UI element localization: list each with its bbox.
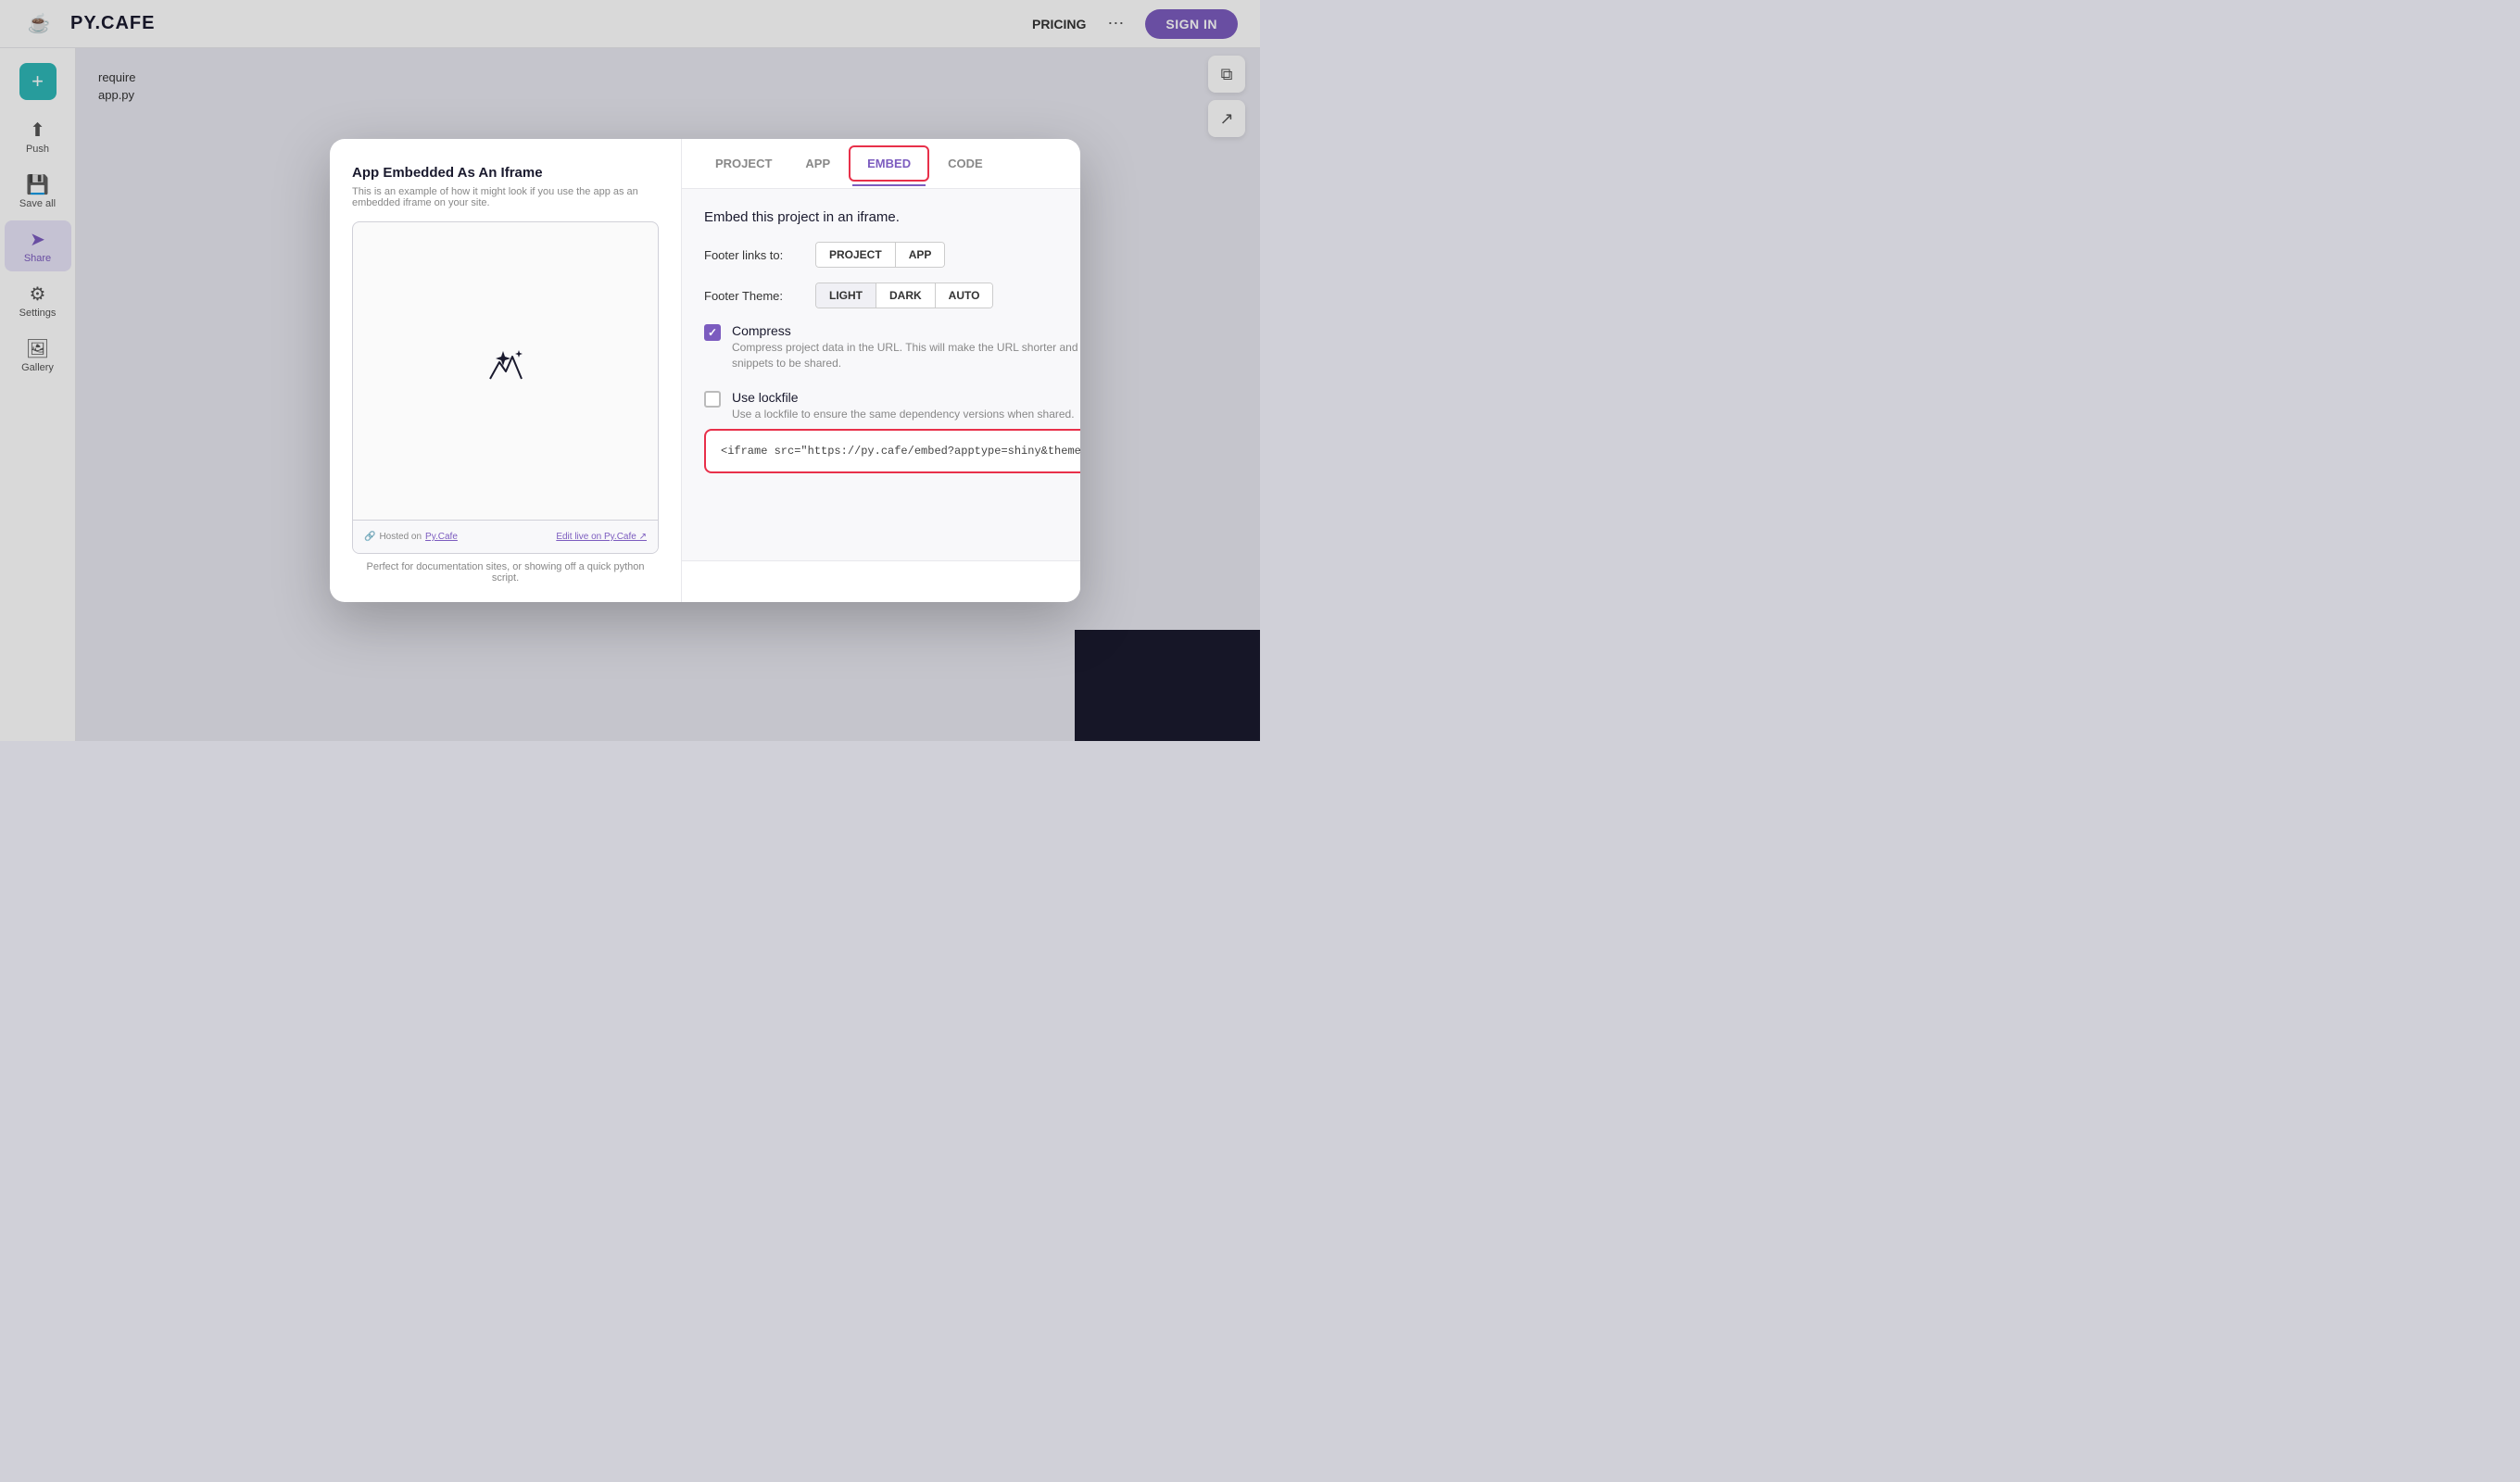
footer-links-label: Footer links to:: [704, 248, 815, 262]
preview-host-icon: 🔗: [364, 532, 375, 542]
preview-cafe-link[interactable]: Py.Cafe: [425, 532, 458, 542]
lockfile-desc: Use a lockfile to ensure the same depend…: [732, 407, 1080, 422]
compress-checkbox[interactable]: ✓: [704, 324, 721, 341]
lockfile-checkbox[interactable]: [704, 391, 721, 408]
preview-footer: 🔗 Hosted on Py.Cafe Edit live on Py.Cafe…: [353, 520, 658, 553]
compress-content: Compress Compress project data in the UR…: [732, 323, 1080, 371]
footer-links-btn-group: PROJECT APP: [815, 242, 945, 268]
embed-code-wrapper: <iframe src="https://py.cafe/embed?appty…: [704, 429, 1080, 473]
preview-footer-left: 🔗 Hosted on Py.Cafe: [364, 532, 458, 542]
embed-title: Embed this project in an iframe.: [704, 209, 1080, 225]
tab-code[interactable]: CODE: [933, 149, 998, 178]
preview-caption: Perfect for documentation sites, or show…: [352, 561, 659, 584]
tab-embed[interactable]: EMBED: [852, 149, 926, 178]
footer-theme-dark-btn[interactable]: DARK: [876, 283, 936, 308]
compress-check-icon: ✓: [708, 326, 717, 339]
footer-links-row: Footer links to: PROJECT APP: [704, 242, 1080, 268]
preview-edit-link[interactable]: Edit live on Py.Cafe ↗: [556, 532, 647, 542]
footer-theme-auto-btn[interactable]: AUTO: [936, 283, 993, 308]
preview-frame: 🔗 Hosted on Py.Cafe Edit live on Py.Cafe…: [352, 221, 659, 554]
lockfile-checkbox-row: Use lockfile Use a lockfile to ensure th…: [704, 390, 1080, 422]
lockfile-label: Use lockfile: [732, 390, 1080, 405]
footer-theme-row: Footer Theme: LIGHT DARK AUTO: [704, 283, 1080, 308]
modal-left-title: App Embedded As An Iframe: [352, 165, 659, 181]
modal-body: Embed this project in an iframe. Footer …: [682, 189, 1080, 560]
modal-right-panel: PROJECT APP EMBED CODE ✕ Embed this proj…: [682, 139, 1080, 602]
compress-label: Compress: [732, 323, 1080, 338]
compress-checkbox-row: ✓ Compress Compress project data in the …: [704, 323, 1080, 371]
footer-theme-btn-group: LIGHT DARK AUTO: [815, 283, 993, 308]
share-modal: App Embedded As An Iframe This is an exa…: [330, 139, 1080, 602]
tab-app[interactable]: APP: [790, 149, 845, 178]
tab-embed-wrapper: EMBED: [849, 145, 929, 182]
footer-theme-label: Footer Theme:: [704, 289, 815, 303]
compress-desc: Compress project data in the URL. This w…: [732, 340, 1080, 371]
preview-body: [353, 222, 658, 520]
preview-sparkle-icon: [473, 344, 538, 399]
modal-left-subtitle: This is an example of how it might look …: [352, 186, 659, 208]
footer-theme-light-btn[interactable]: LIGHT: [816, 283, 876, 308]
modal-left-panel: App Embedded As An Iframe This is an exa…: [330, 139, 682, 602]
lockfile-content: Use lockfile Use a lockfile to ensure th…: [732, 390, 1080, 422]
divider: [704, 379, 1080, 390]
footer-links-project-btn[interactable]: PROJECT: [816, 243, 896, 267]
tab-project[interactable]: PROJECT: [700, 149, 787, 178]
embed-code-text: <iframe src="https://py.cafe/embed?appty…: [706, 432, 1080, 471]
modal-tabs: PROJECT APP EMBED CODE ✕: [682, 139, 1080, 189]
modal-footer: CLOSE: [682, 560, 1080, 602]
footer-links-app-btn[interactable]: APP: [896, 243, 945, 267]
preview-hosted-text: Hosted on: [379, 532, 422, 542]
